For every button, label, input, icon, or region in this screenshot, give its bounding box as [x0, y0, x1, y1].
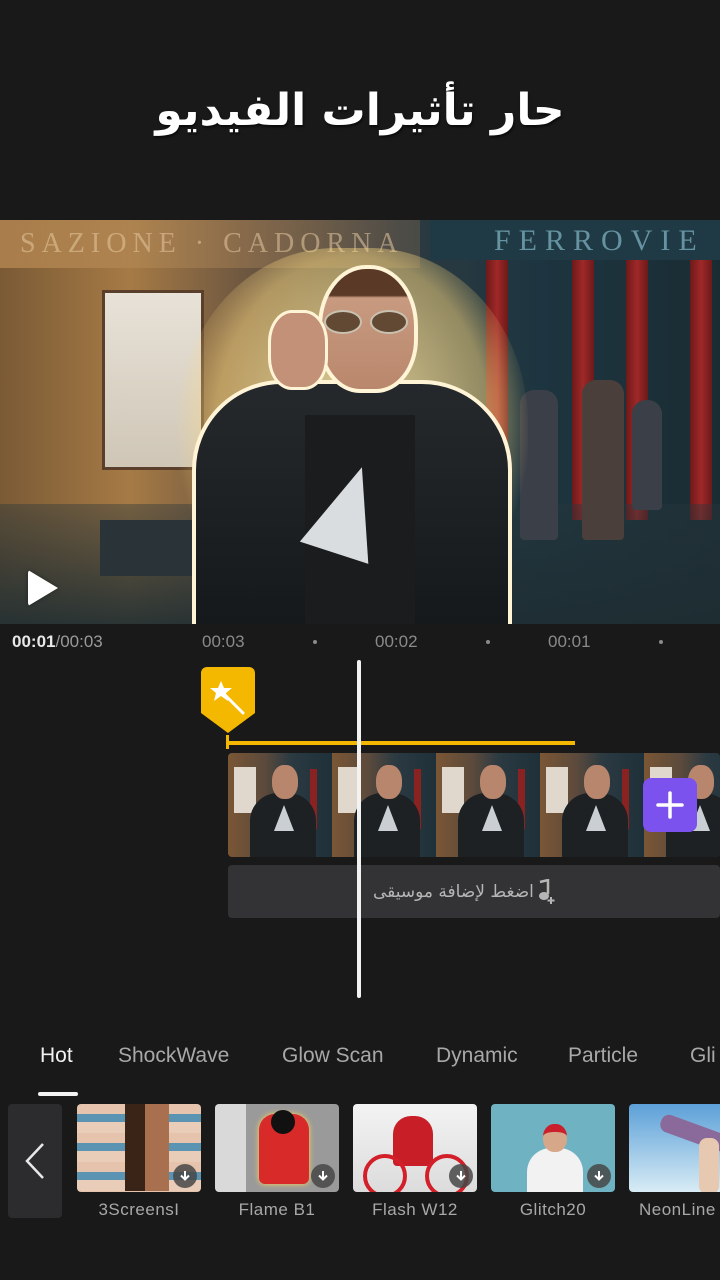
download-icon[interactable]: [173, 1164, 197, 1188]
download-icon[interactable]: [449, 1164, 473, 1188]
effect-thumbnail: [77, 1104, 201, 1192]
subject-sunglasses: [320, 310, 412, 334]
ruler-dot: [486, 640, 490, 644]
effect-name: Flame B1: [238, 1200, 316, 1219]
current-time: 00:01: [12, 632, 56, 651]
play-icon[interactable]: [28, 570, 58, 606]
add-music-track[interactable]: اضغط لإضافة موسيقى: [228, 865, 720, 918]
clip-thumbnail: [540, 753, 644, 857]
tab-particle[interactable]: Particle: [568, 1044, 638, 1068]
clip-thumbnail: [436, 753, 540, 857]
effect-name: 3ScreensI: [98, 1200, 180, 1219]
effect-name: Glitch20: [519, 1200, 587, 1219]
tab-dynamic[interactable]: Dynamic: [436, 1044, 518, 1068]
tab-hot[interactable]: Hot: [40, 1044, 73, 1068]
effect-name: NeonLine: [639, 1200, 716, 1219]
station-sign-right: FERROVIE: [430, 220, 720, 260]
total-time: /00:03: [55, 632, 103, 651]
ruler-dot: [659, 640, 663, 644]
tab-shockwave[interactable]: ShockWave: [118, 1044, 229, 1068]
tab-glow-scan[interactable]: Glow Scan: [282, 1044, 384, 1068]
effect-track-marker[interactable]: [201, 667, 255, 735]
magic-wand-icon: [201, 667, 255, 733]
effect-thumbnail: [215, 1104, 339, 1192]
plus-icon: [656, 791, 684, 819]
add-clip-button[interactable]: [643, 778, 697, 832]
ruler-dot: [313, 640, 317, 644]
ruler-tick: 00:02: [375, 632, 418, 651]
effect-item-glitch20[interactable]: Glitch20: [491, 1104, 615, 1220]
effect-thumbnail: [491, 1104, 615, 1192]
background-person: [582, 380, 624, 540]
video-preview[interactable]: SAZIONE · CADORNA FERROVIE: [0, 220, 720, 624]
effect-name: Flash W12: [372, 1200, 458, 1219]
effect-item-flash-w12[interactable]: Flash W12: [353, 1104, 477, 1220]
download-icon[interactable]: [311, 1164, 335, 1188]
subject-hand: [268, 310, 328, 390]
back-button[interactable]: [8, 1104, 62, 1218]
effect-thumbnail: [353, 1104, 477, 1192]
music-note-add-icon: [538, 878, 555, 904]
chevron-left-icon: [25, 1143, 44, 1179]
active-tab-indicator: [38, 1092, 78, 1096]
background-person: [632, 400, 662, 510]
effect-thumbnail: [629, 1104, 720, 1192]
add-music-label: اضغط لإضافة موسيقى: [373, 881, 534, 902]
promo-headline: حار تأثيرات الفيديو: [155, 84, 565, 136]
time-ruler[interactable]: 00:01/00:03 00:03 00:02 00:01: [0, 624, 720, 658]
effect-category-tabs: Hot ShockWave Glow Scan Dynamic Particle…: [0, 1040, 720, 1098]
tab-glitch[interactable]: Gli: [690, 1044, 716, 1068]
ruler-tick: 00:03: [202, 632, 245, 651]
playback-time: 00:01/00:03: [12, 632, 103, 652]
clip-thumbnail: [332, 753, 436, 857]
playhead[interactable]: [357, 660, 361, 998]
effect-item-neonline[interactable]: NeonLine: [629, 1104, 720, 1220]
ruler-tick: 00:01: [548, 632, 591, 651]
download-icon[interactable]: [587, 1164, 611, 1188]
effect-range-bar[interactable]: [227, 741, 575, 745]
background-pillar: [690, 260, 712, 520]
effect-item-3screensi[interactable]: 3ScreensI: [77, 1104, 201, 1220]
clip-thumbnail: [228, 753, 332, 857]
effect-item-flame-b1[interactable]: Flame B1: [215, 1104, 339, 1220]
